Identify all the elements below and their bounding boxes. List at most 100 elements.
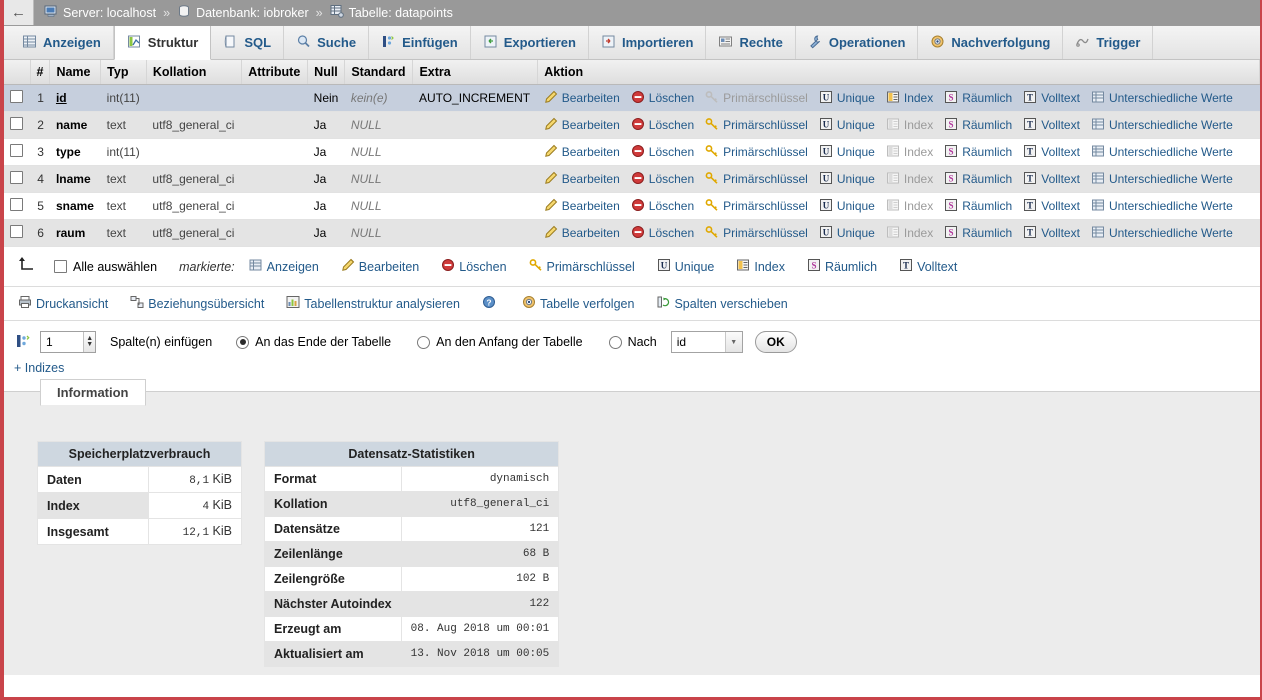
bulk-anzeigen-button[interactable]: Anzeigen (249, 258, 319, 275)
back-button[interactable]: ← (4, 0, 34, 25)
header-null[interactable]: Null (307, 60, 346, 85)
druckansicht-link[interactable]: Druckansicht (18, 295, 108, 312)
tab-suche[interactable]: Suche (284, 26, 370, 59)
radio-after-input[interactable] (608, 335, 622, 349)
header-kollation[interactable]: Kollation (146, 60, 243, 85)
primary-link[interactable]: Primärschlüssel (705, 225, 808, 242)
fulltext-link[interactable]: T Volltext (1023, 225, 1080, 242)
fulltext-link[interactable]: T Volltext (1023, 90, 1080, 107)
column-count-stepper[interactable]: ▲▼ (40, 331, 96, 353)
tab-operationen[interactable]: Operationen (796, 26, 919, 59)
header-standard[interactable]: Standard (344, 60, 414, 85)
bulk-volltext-button[interactable]: T Volltext (899, 258, 957, 275)
select-all-checkbox[interactable] (54, 260, 67, 273)
spatial-link[interactable]: S Räumlich (944, 198, 1012, 215)
unique-link[interactable]: U Unique (819, 225, 875, 242)
edit-link[interactable]: Bearbeiten (544, 171, 620, 188)
tab-rechte[interactable]: Rechte (706, 26, 796, 59)
row-checkbox-cell[interactable] (4, 84, 30, 112)
table-row[interactable]: 3 type int(11) Ja NULL Bearbeiten Löschen Primä… (4, 138, 1260, 166)
row-checkbox-cell[interactable] (4, 111, 30, 139)
tab-information[interactable]: Information (40, 379, 146, 406)
radio-begin-of-table[interactable]: An den Anfang der Tabelle (417, 335, 583, 349)
table-row[interactable]: 5 sname text utf8_general_ci Ja NULL Bearbeite… (4, 192, 1260, 220)
distinct-link[interactable]: Unterschiedliche Werte (1091, 171, 1233, 188)
stepper-down-icon[interactable]: ▼ (86, 341, 93, 348)
tab-exportieren[interactable]: Exportieren (471, 26, 589, 59)
select-all-checkbox-wrap[interactable]: Alle auswählen (54, 260, 157, 274)
row-checkbox-cell[interactable] (4, 165, 30, 193)
table-row[interactable]: 4 lname text utf8_general_ci Ja NULL Bearbeite… (4, 165, 1260, 193)
header-attribute[interactable]: Attribute (241, 60, 309, 85)
bulk-index-button[interactable]: Index (736, 258, 785, 275)
spalten-verschieben-link[interactable]: Spalten verschieben (656, 295, 788, 312)
tab-einfuegen[interactable]: Einfügen (369, 26, 471, 59)
column-count-input[interactable] (41, 332, 84, 352)
row-checkbox-cell[interactable] (4, 192, 30, 220)
spatial-link[interactable]: S Räumlich (944, 90, 1012, 107)
bulk-raeumlich-button[interactable]: S Räumlich (807, 258, 877, 275)
distinct-link[interactable]: Unterschiedliche Werte (1091, 90, 1233, 107)
row-checkbox-cell[interactable] (4, 138, 30, 166)
unique-link[interactable]: U Unique (819, 90, 875, 107)
unique-link[interactable]: U Unique (819, 171, 875, 188)
ok-button[interactable]: OK (754, 331, 797, 353)
edit-link[interactable]: Bearbeiten (544, 90, 620, 107)
drop-link[interactable]: Löschen (631, 90, 694, 107)
after-column-select[interactable]: id ▼ (670, 331, 743, 353)
primary-link[interactable]: Primärschlüssel (705, 144, 808, 161)
edit-link[interactable]: Bearbeiten (544, 198, 620, 215)
row-checkbox[interactable] (10, 144, 23, 157)
stepper-buttons[interactable]: ▲ ▼ (83, 332, 95, 352)
distinct-link[interactable]: Unterschiedliche Werte (1091, 225, 1233, 242)
tab-anzeigen[interactable]: Anzeigen (10, 26, 114, 59)
breadcrumb-server[interactable]: Server: localhost (44, 4, 156, 21)
drop-link[interactable]: Löschen (631, 171, 694, 188)
drop-link[interactable]: Löschen (631, 225, 694, 242)
tab-trigger[interactable]: Trigger (1063, 26, 1154, 59)
radio-begin-input[interactable] (417, 335, 431, 349)
tabellenstruktur-analysieren-link[interactable]: Tabellenstruktur analysieren (286, 295, 460, 312)
row-checkbox[interactable] (10, 90, 23, 103)
breadcrumb-table[interactable]: Tabelle: datapoints (330, 4, 453, 21)
primary-link[interactable]: Primärschlüssel (705, 117, 808, 134)
bulk-unique-button[interactable]: U Unique (657, 258, 714, 275)
tabelle-verfolgen-link[interactable]: Tabelle verfolgen (522, 295, 634, 312)
fulltext-link[interactable]: T Volltext (1023, 117, 1080, 134)
row-checkbox[interactable] (10, 171, 23, 184)
distinct-link[interactable]: Unterschiedliche Werte (1091, 144, 1233, 161)
breadcrumb-database[interactable]: Datenbank: iobroker (177, 4, 309, 21)
fulltext-link[interactable]: T Volltext (1023, 144, 1080, 161)
tab-importieren[interactable]: Importieren (589, 26, 707, 59)
row-checkbox[interactable] (10, 117, 23, 130)
bulk-primaerschluessel-button[interactable]: Primärschlüssel (529, 258, 635, 275)
edit-link[interactable]: Bearbeiten (544, 144, 620, 161)
tab-sql[interactable]: SQL (211, 26, 285, 59)
edit-link[interactable]: Bearbeiten (544, 117, 620, 134)
help-link[interactable]: ? (482, 295, 500, 312)
indices-toggle-link[interactable]: + Indizes (4, 359, 1260, 375)
spatial-link[interactable]: S Räumlich (944, 117, 1012, 134)
table-row[interactable]: 2 name text utf8_general_ci Ja NULL Bearbeiten… (4, 111, 1260, 139)
row-checkbox-cell[interactable] (4, 219, 30, 247)
spatial-link[interactable]: S Räumlich (944, 225, 1012, 242)
header-name[interactable]: Name (49, 60, 102, 85)
table-row[interactable]: 6 raum text utf8_general_ci Ja NULL Bearbeiten… (4, 219, 1260, 247)
drop-link[interactable]: Löschen (631, 117, 694, 134)
fulltext-link[interactable]: T Volltext (1023, 171, 1080, 188)
spatial-link[interactable]: S Räumlich (944, 171, 1012, 188)
drop-link[interactable]: Löschen (631, 144, 694, 161)
edit-link[interactable]: Bearbeiten (544, 225, 620, 242)
unique-link[interactable]: U Unique (819, 117, 875, 134)
beziehungsuebersicht-link[interactable]: Beziehungsübersicht (130, 295, 264, 312)
table-row[interactable]: 1 id int(11) Nein kein(e) AUTO_INCREMENT Bearb… (4, 84, 1260, 112)
header-extra[interactable]: Extra (412, 60, 539, 85)
radio-after-column[interactable]: Nach (608, 335, 657, 349)
radio-end-of-table[interactable]: An das Ende der Tabelle (236, 335, 391, 349)
distinct-link[interactable]: Unterschiedliche Werte (1091, 198, 1233, 215)
tab-nachverfolgung[interactable]: Nachverfolgung (918, 26, 1064, 59)
primary-link[interactable]: Primärschlüssel (705, 171, 808, 188)
radio-end-input[interactable] (236, 335, 250, 349)
primary-link[interactable]: Primärschlüssel (705, 198, 808, 215)
chevron-down-icon[interactable]: ▼ (724, 332, 742, 352)
